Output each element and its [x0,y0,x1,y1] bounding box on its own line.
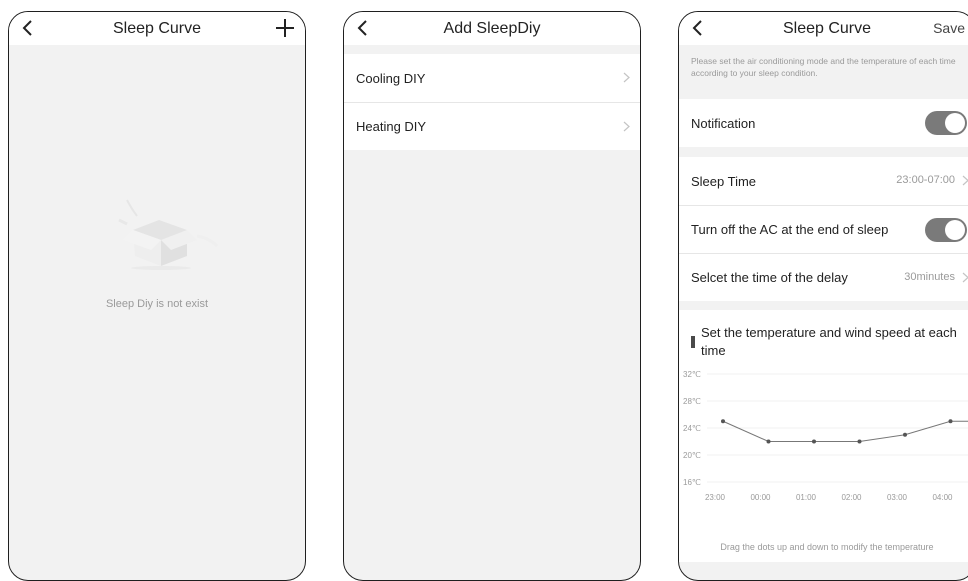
delay-label: Selcet the time of the delay [691,270,848,285]
sleep-time-value: 23:00-07:00 [896,174,955,186]
toggle-knob [945,113,965,133]
x-tick-label: 02:00 [841,493,862,502]
toggle-knob [945,220,965,240]
temperature-point[interactable] [857,439,862,444]
plus-icon [276,19,294,37]
chevron-right-icon [962,272,968,283]
page-title: Sleep Curve [112,19,202,37]
y-tick-label: 16℃ [683,478,701,487]
chart-hint: Drag the dots up and down to modify the … [720,542,934,552]
x-tick-label: 00:00 [750,493,771,502]
y-tick-label: 20℃ [683,451,701,460]
temperature-chart: 32℃ 28℃ 24℃ 20℃ 16℃ 23:00 00:00 01:00 02:00 03:00… [683,370,968,502]
temperature-point[interactable] [766,439,771,444]
sleep-time-label: Sleep Time [691,173,757,189]
back-button[interactable] [354,17,372,39]
section-marker [691,336,695,348]
chevron-left-icon [692,20,702,36]
sleep-curve-edit-screen: Sleep Curve Save Please set the air cond… [678,11,968,581]
chart-section-title: Set the temperature and wind speed at ea… [691,324,963,360]
notification-toggle[interactable] [925,111,967,135]
temperature-line [722,420,968,442]
notification-row: Notification [679,99,968,147]
temperature-point[interactable] [903,432,907,437]
notification-card: Notification [679,99,968,147]
turn-off-ac-toggle[interactable] [925,218,967,242]
add-sleepdiy-screen: Add SleepDiy Cooling DIY Heating DIY [343,11,641,581]
delay-row[interactable]: Selcet the time of the delay 30minutes [679,253,968,301]
x-tick-label: 01:00 [796,493,817,502]
top-bar: Sleep Curve [9,12,305,45]
turn-off-ac-row: Turn off the AC at the end of sleep [679,205,968,253]
instruction-text: Please set the air conditioning mode and… [691,56,956,78]
list-item-label: Cooling DIY [356,70,426,86]
notification-label: Notification [691,115,756,131]
list-item-heating-diy[interactable]: Heating DIY [344,102,640,150]
top-bar: Add SleepDiy [344,12,640,45]
empty-message: Sleep Diy is not exist [105,298,209,310]
settings-card: Sleep Time 23:00-07:00 Turn off the AC a… [679,157,968,301]
temperature-chart-card: Set the temperature and wind speed at ea… [679,310,968,562]
list-item-label: Heating DIY [356,119,427,134]
x-tick-label: 23:00 [705,493,726,502]
save-button[interactable]: Save [933,20,965,36]
x-tick-label: 03:00 [887,493,908,502]
sleep-curve-empty-screen: Sleep Curve Sleep Diy is not exist [8,11,306,581]
x-tick-label: 04:00 [932,493,953,502]
diy-type-list: Cooling DIY Heating DIY [344,54,640,150]
back-button[interactable] [19,17,37,39]
temperature-point[interactable] [812,439,816,444]
back-button[interactable] [689,17,707,39]
list-item-cooling-diy[interactable]: Cooling DIY [344,54,640,102]
y-tick-label: 24℃ [683,424,701,433]
y-tick-label: 32℃ [683,370,701,379]
chevron-right-icon [623,72,630,83]
sleep-time-row[interactable]: Sleep Time 23:00-07:00 [679,157,968,205]
empty-box-illustration [118,199,219,270]
delay-value: 30minutes [904,271,955,283]
turn-off-ac-label: Turn off the AC at the end of sleep [691,222,889,237]
chart-title-text: Set the temperature and wind speed at ea… [701,325,957,358]
top-bar: Sleep Curve Save [679,12,968,45]
chevron-left-icon [22,20,32,36]
page-title: Add SleepDiy [443,19,541,37]
chevron-left-icon [357,20,367,36]
temperature-point[interactable] [948,419,953,424]
page-title: Sleep Curve [782,19,872,37]
chevron-right-icon [962,175,968,186]
chevron-right-icon [623,121,630,132]
temperature-point[interactable] [721,419,725,424]
add-button[interactable] [275,18,295,38]
y-tick-label: 28℃ [683,397,701,406]
